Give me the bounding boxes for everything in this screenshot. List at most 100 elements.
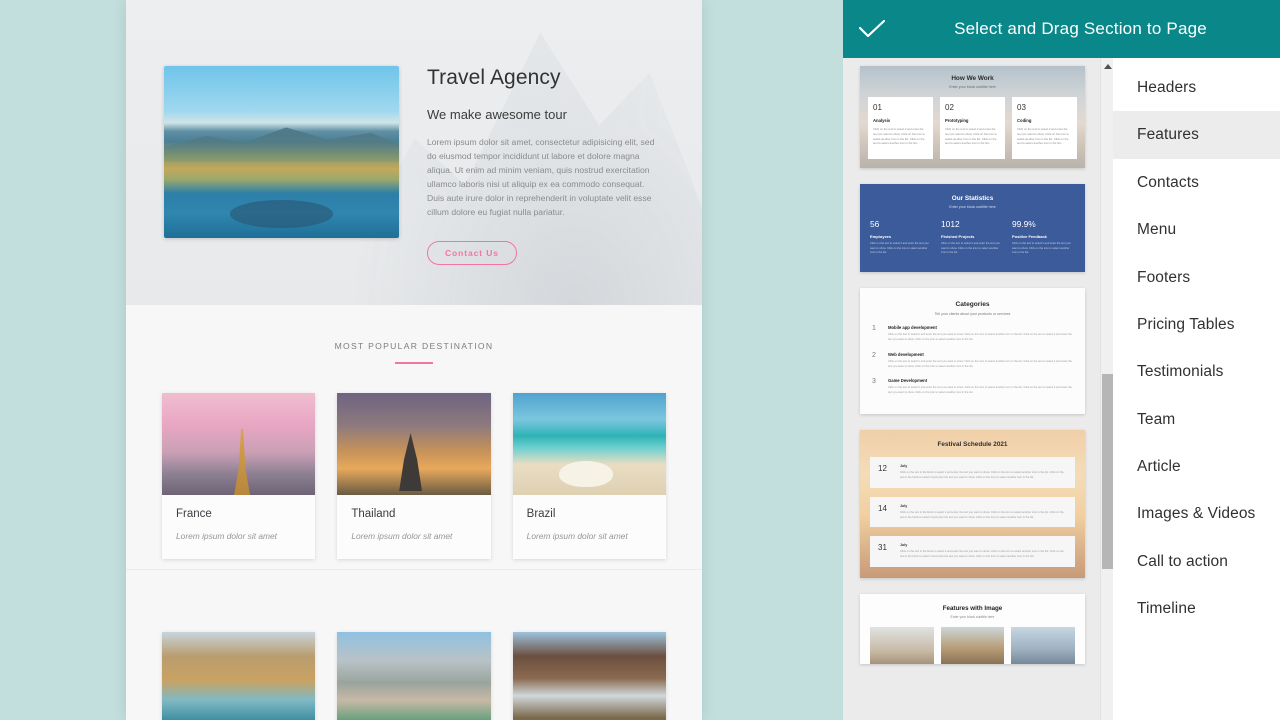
gallery-image-list xyxy=(126,632,702,720)
destination-image xyxy=(162,393,316,495)
event-month: July xyxy=(900,464,908,468)
statistic-text: Click on the text to select it and enter… xyxy=(1012,242,1071,255)
statistic-item: 56 Employees Click on the text to select… xyxy=(870,219,933,256)
gallery-image[interactable] xyxy=(162,632,316,720)
thumbnail-scrollbar[interactable] xyxy=(1100,58,1113,720)
event-text: Click on the text in the block to select… xyxy=(900,550,1064,559)
thumbnail-subtitle: Enter your block subtitle here xyxy=(950,615,995,619)
destination-subtitle: Lorem ipsum dolor sit amet xyxy=(526,531,628,541)
destination-card[interactable]: Thailand Lorem ipsum dolor sit amet xyxy=(337,393,491,559)
destination-image xyxy=(337,393,491,495)
hero-section[interactable]: Travel Agency We make awesome tour Lorem… xyxy=(126,0,702,305)
category-index: 1 xyxy=(872,325,876,332)
destination-title: Thailand xyxy=(351,508,396,520)
menu-item-call-to-action[interactable]: Call to action xyxy=(1113,538,1280,585)
feature-image xyxy=(870,627,934,664)
destination-card[interactable]: France Lorem ipsum dolor sit amet xyxy=(162,393,316,559)
category-text: Click on the text to select it and enter… xyxy=(888,359,1072,368)
event-month: July xyxy=(900,503,908,508)
statistic-value: 56 xyxy=(870,219,880,229)
event-day: 14 xyxy=(878,503,887,513)
menu-item-images-videos[interactable]: Images & Videos xyxy=(1113,490,1280,537)
hero-body-text: Lorem ipsum dolor sit amet, consectetur … xyxy=(427,137,655,217)
category-name: Mobile app development xyxy=(888,325,937,330)
category-index: 2 xyxy=(872,351,876,359)
schedule-event: 31 July Click on the text in the block t… xyxy=(870,536,1075,568)
statistic-text: Click on the text to select it and enter… xyxy=(870,242,929,255)
hero-title: Travel Agency xyxy=(427,66,561,89)
thumbnail-step: 03 Coding Click on the text to select it… xyxy=(1012,97,1077,159)
gallery-image[interactable] xyxy=(512,632,666,720)
event-month: July xyxy=(900,543,908,548)
app-root: Travel Agency We make awesome tour Lorem… xyxy=(0,0,1280,720)
destination-subtitle: Lorem ipsum dolor sit amet xyxy=(176,531,278,541)
menu-item-team[interactable]: Team xyxy=(1113,396,1280,443)
thumbnail-title: Features with Image xyxy=(942,605,1003,612)
category-item: 3 Game Development Click on the text to … xyxy=(872,378,1073,396)
category-text: Click on the text to select it and enter… xyxy=(888,386,1072,395)
statistic-value: 99.9% xyxy=(1012,219,1036,229)
step-text: Click on the text to select it and enter… xyxy=(945,127,997,146)
panel-title: Select and Drag Section to Page xyxy=(954,19,1207,38)
category-text: Click on the text to select it and enter… xyxy=(888,333,1072,341)
destination-card[interactable]: Brazil Lorem ipsum dolor sit amet xyxy=(512,393,666,559)
menu-item-pricing-tables[interactable]: Pricing Tables xyxy=(1113,301,1280,348)
popular-destinations-section[interactable]: MOST POPULAR DESTINATION France Lorem ip… xyxy=(126,305,702,563)
step-name: Coding xyxy=(1017,118,1032,123)
thumbnail-festival-schedule[interactable]: Festival Schedule 2021 12 July Click on … xyxy=(860,430,1085,578)
check-icon[interactable] xyxy=(843,18,901,40)
menu-item-headers[interactable]: Headers xyxy=(1113,64,1280,111)
gallery-image[interactable] xyxy=(337,632,491,720)
destination-image xyxy=(512,393,666,495)
menu-item-contacts[interactable]: Contacts xyxy=(1113,159,1280,206)
destination-subtitle: Lorem ipsum dolor sit amet xyxy=(351,531,453,541)
thumbnail-our-statistics[interactable]: Our Statistics Enter your block subtitle… xyxy=(860,184,1085,272)
destination-title: Brazil xyxy=(526,508,556,520)
statistic-item: 99.9% Positive Feedback Click on the tex… xyxy=(1012,219,1075,256)
feature-image xyxy=(1011,627,1076,664)
category-item: 1 Mobile app development Click on the te… xyxy=(872,325,1073,343)
destination-title: France xyxy=(176,508,212,520)
hero-image[interactable] xyxy=(164,66,399,238)
page-preview-canvas[interactable]: Travel Agency We make awesome tour Lorem… xyxy=(126,0,702,720)
section-kicker: MOST POPULAR DESTINATION xyxy=(334,341,494,351)
menu-item-menu[interactable]: Menu xyxy=(1113,206,1280,253)
event-day: 31 xyxy=(878,543,887,553)
thumbnail-subtitle: Enter your block subtitle here xyxy=(949,85,996,89)
hero-subtitle: We make awesome tour xyxy=(427,107,567,122)
scrollbar-thumb[interactable] xyxy=(1102,374,1113,569)
section-category-menu: Headers Features Contacts Menu Footers P… xyxy=(1113,58,1280,720)
thumbnail-subtitle: Enter your block subtitle here xyxy=(949,205,996,209)
thumbnail-title: Categories xyxy=(955,301,990,308)
category-name: Web development xyxy=(888,351,924,357)
step-number: 03 xyxy=(1017,103,1026,112)
contact-us-button[interactable]: Contact Us xyxy=(427,240,517,265)
schedule-event: 14 July Click on the text in the block t… xyxy=(870,496,1075,528)
menu-item-article[interactable]: Article xyxy=(1113,443,1280,490)
thumbnail-step: 02 Prototyping Click on the text to sele… xyxy=(940,97,1005,159)
event-day: 12 xyxy=(878,464,887,473)
statistic-item: 1012 Finished Projects Click on the text… xyxy=(941,219,1004,256)
category-name: Game Development xyxy=(888,378,928,384)
schedule-event: 12 July Click on the text in the block t… xyxy=(870,457,1075,488)
caret-up-icon[interactable] xyxy=(1101,58,1113,74)
section-thumbnail-list[interactable]: How We Work Enter your block subtitle he… xyxy=(843,58,1113,720)
menu-item-footers[interactable]: Footers xyxy=(1113,254,1280,301)
step-text: Click on the text to select it and enter… xyxy=(873,127,925,146)
thumbnail-title: How We Work xyxy=(951,75,994,82)
thumbnail-how-we-work[interactable]: How We Work Enter your block subtitle he… xyxy=(860,66,1085,168)
thumbnail-title: Festival Schedule 2021 xyxy=(937,441,1008,448)
event-text: Click on the text in the block to select… xyxy=(900,510,1064,519)
thumbnail-categories[interactable]: Categories Tell your clients about your … xyxy=(860,288,1085,414)
thumbnail-features-with-image[interactable]: Features with Image Enter your block sub… xyxy=(860,594,1085,664)
event-text: Click on the text in the block to select… xyxy=(900,471,1064,479)
statistic-value: 1012 xyxy=(941,219,960,229)
menu-item-features[interactable]: Features xyxy=(1113,111,1280,159)
statistic-label: Finished Projects xyxy=(941,234,975,239)
statistic-text: Click on the text to select it and enter… xyxy=(941,242,1000,255)
statistic-label: Employees xyxy=(870,234,892,239)
destination-card-list: France Lorem ipsum dolor sit amet Thaila… xyxy=(126,364,702,559)
menu-item-testimonials[interactable]: Testimonials xyxy=(1113,348,1280,395)
gallery-section[interactable] xyxy=(126,570,702,720)
menu-item-timeline[interactable]: Timeline xyxy=(1113,585,1280,632)
